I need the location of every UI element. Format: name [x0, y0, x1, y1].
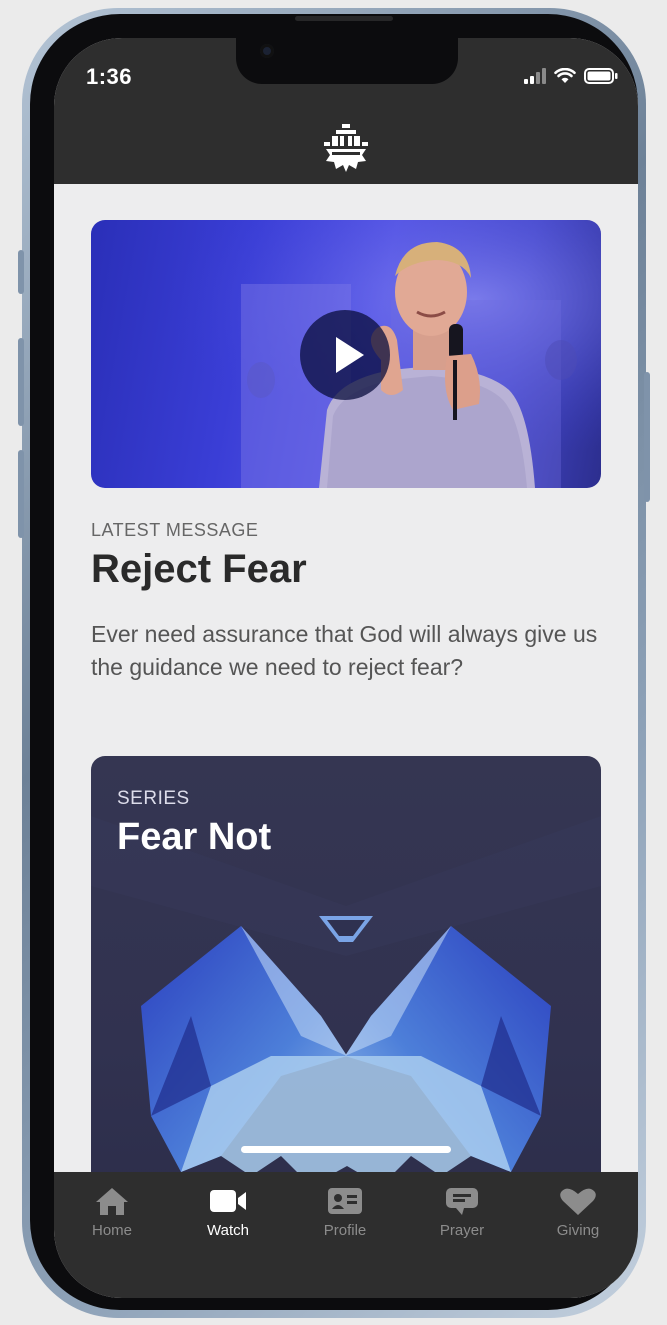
heart-icon [560, 1188, 596, 1215]
status-time: 1:36 [86, 64, 133, 89]
latest-message-title[interactable]: Reject Fear [91, 547, 307, 592]
power-button [644, 372, 650, 502]
top-bar: 1:36 [54, 38, 638, 184]
home-icon [96, 1188, 128, 1215]
series-title: Fear Not [117, 816, 272, 858]
video-camera-icon [210, 1190, 246, 1212]
watch-content[interactable]: LATEST MESSAGE Reject Fear Ever need ass… [54, 184, 638, 1174]
tab-giving[interactable]: Giving [528, 1186, 628, 1239]
latest-message-eyebrow: LATEST MESSAGE [91, 520, 259, 540]
tab-label-home: Home [91, 1222, 132, 1239]
phone-screen: 1:36 LATEST MESSAGE Reject Fear Ever nee… [54, 38, 638, 1298]
volume-up-button [18, 338, 24, 426]
tab-label-watch: Watch [207, 1222, 249, 1239]
id-card-icon [328, 1188, 362, 1214]
tab-prayer[interactable]: Prayer [412, 1186, 512, 1239]
earpiece [295, 16, 393, 21]
volume-down-button [18, 450, 24, 538]
battery-icon [584, 68, 618, 84]
tab-label-giving: Giving [556, 1222, 600, 1239]
tab-home[interactable]: Home [62, 1186, 162, 1239]
mute-switch [18, 250, 24, 294]
series-eyebrow: SERIES [117, 788, 190, 809]
tab-label-profile: Profile [323, 1222, 367, 1239]
tab-bar: Home Watch Profile Prayer Giving [54, 1172, 638, 1298]
notch [236, 38, 458, 84]
wifi-icon [554, 68, 576, 83]
home-indicator[interactable] [241, 1146, 451, 1153]
chat-bubble-icon [446, 1188, 478, 1215]
tab-profile[interactable]: Profile [295, 1186, 395, 1239]
status-icons [524, 68, 618, 84]
tab-label-prayer: Prayer [439, 1222, 485, 1239]
church-logo-icon [324, 124, 368, 172]
play-button[interactable] [300, 310, 390, 400]
latest-message-video[interactable] [91, 220, 601, 488]
latest-message-description: Ever need assurance that God will always… [91, 621, 598, 680]
series-card[interactable]: SERIES Fear Not [91, 756, 601, 1174]
tab-watch[interactable]: Watch [178, 1186, 278, 1239]
signal-icon [524, 68, 546, 84]
front-camera [260, 44, 274, 58]
